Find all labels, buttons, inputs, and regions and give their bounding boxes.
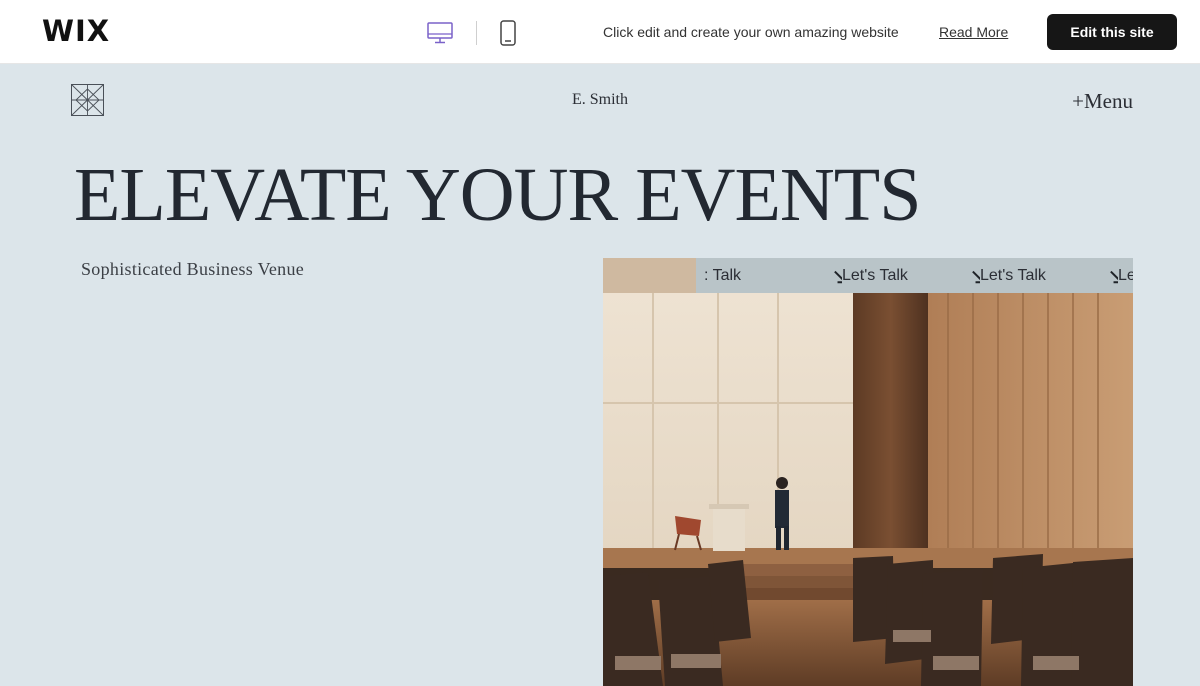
ticker-label: : Talk	[704, 266, 742, 284]
ticker-item: Let's Talk	[842, 267, 980, 285]
venue-hall-illustration	[603, 258, 1133, 686]
read-more-link[interactable]: Read More	[939, 24, 1008, 40]
arrow-down-right-icon	[1110, 270, 1118, 283]
ticker-label: Let's	[1118, 266, 1133, 284]
hero-subtitle: Sophisticated Business Venue	[81, 259, 305, 279]
menu-button[interactable]: +Menu	[1072, 89, 1133, 114]
wix-top-bar: WIX Click edit and create your own amazi…	[0, 0, 1200, 64]
wix-logo[interactable]: WIX	[42, 14, 110, 48]
mobile-icon	[500, 20, 516, 46]
desktop-icon	[427, 22, 453, 44]
ticker-item: Let's Talk	[980, 267, 1118, 285]
ticker-label: Let's Talk	[842, 266, 908, 284]
edit-site-button[interactable]: Edit this site	[1047, 14, 1177, 50]
site-owner-name[interactable]: E. Smith	[0, 91, 1200, 109]
promo-text: Click edit and create your own amazing w…	[603, 24, 899, 40]
mobile-view-button[interactable]	[494, 19, 522, 47]
ticker-label: Let's Talk	[980, 266, 1046, 284]
lets-talk-ticker[interactable]: : Talk Let's Talk Let's Talk Let's	[696, 258, 1133, 293]
ticker-item: : Talk	[704, 267, 842, 285]
ticker-track: : Talk Let's Talk Let's Talk Let's	[704, 258, 1133, 293]
hero-title: ELEVATE YOUR EVENTS	[74, 153, 922, 237]
arrow-down-right-icon	[834, 270, 842, 283]
desktop-view-button[interactable]	[426, 19, 454, 47]
device-divider	[476, 21, 477, 45]
venue-hall-image	[603, 258, 1133, 686]
arrow-down-right-icon	[972, 270, 980, 283]
ticker-item: Let's	[1118, 267, 1133, 285]
